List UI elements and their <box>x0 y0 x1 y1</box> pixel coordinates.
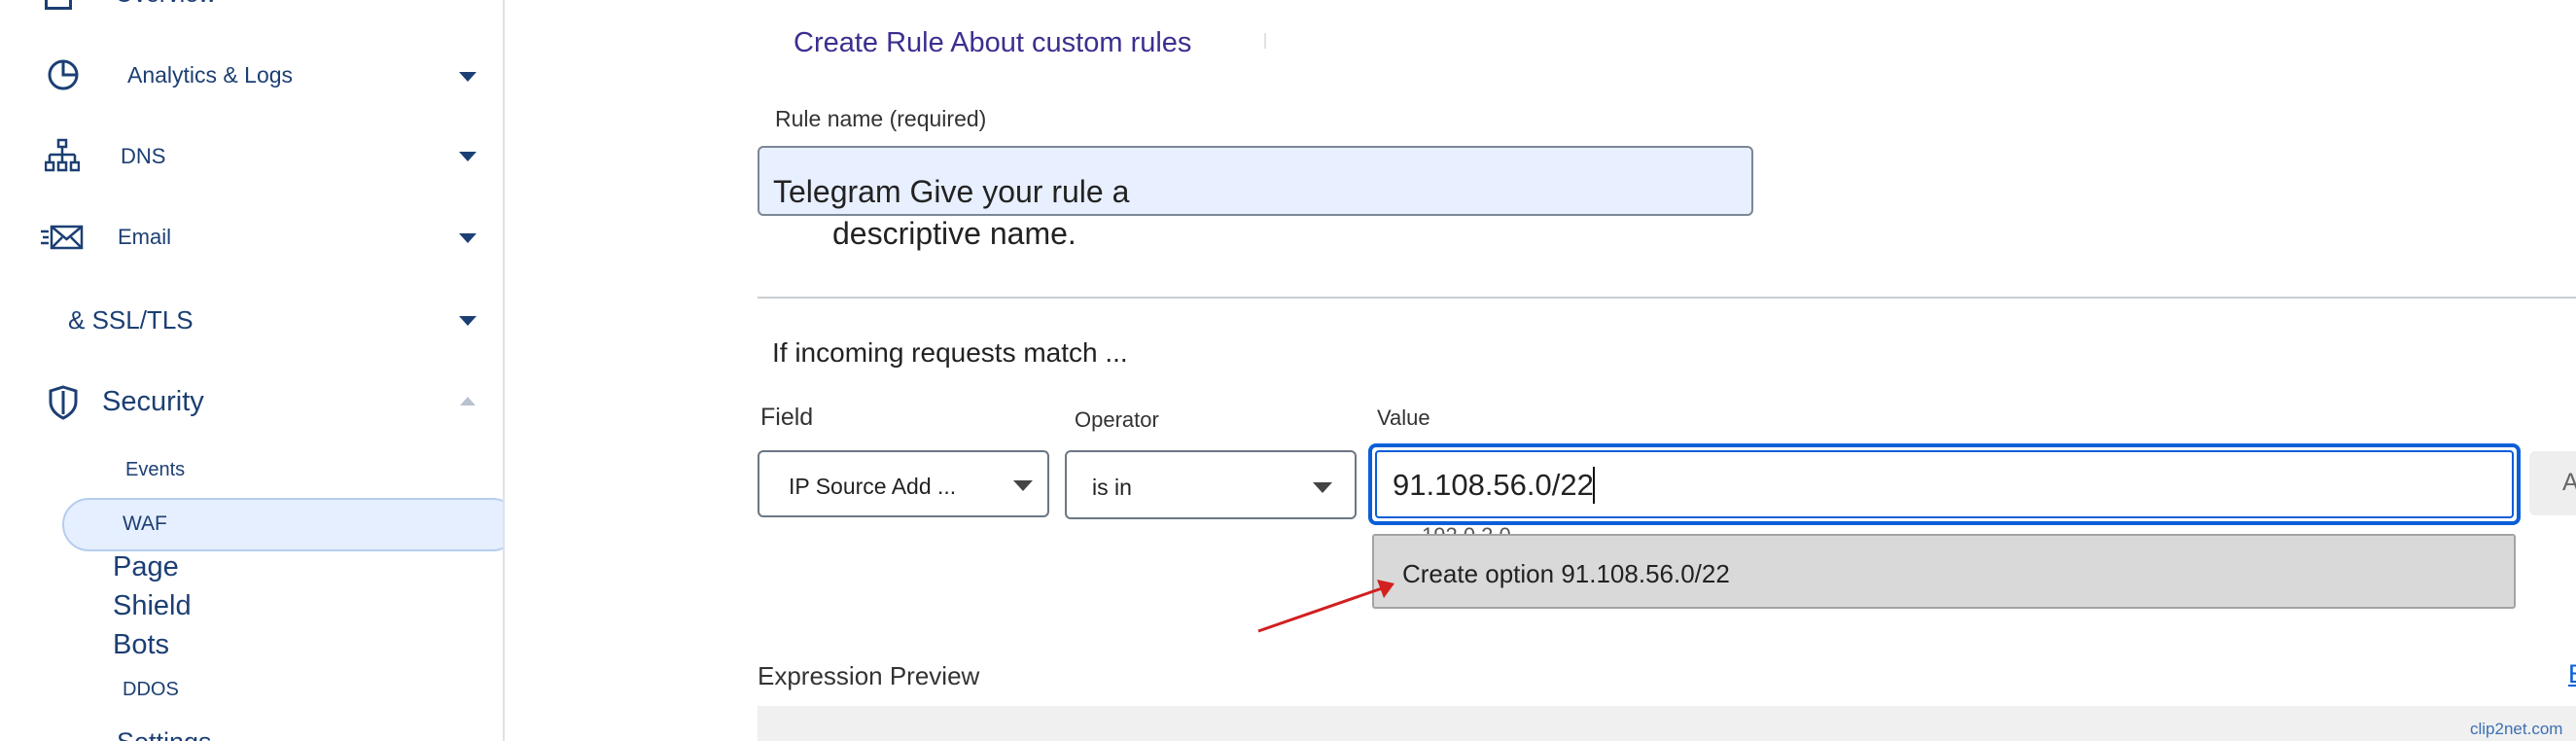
sidebar-item-security-label: Security <box>102 386 204 417</box>
title-divider-tick <box>1264 33 1266 49</box>
shield-icon <box>49 385 78 420</box>
sidebar-item-dns-label: DNS <box>121 144 166 168</box>
chevron-down-icon <box>1313 482 1332 493</box>
network-icon <box>45 138 80 172</box>
email-icon <box>41 225 84 250</box>
field-select-value: IP Source Add ... <box>789 474 957 499</box>
and-button-label: A <box>2562 469 2576 496</box>
chevron-up-icon[interactable] <box>460 397 476 406</box>
edit-expression-link[interactable]: E <box>2568 659 2576 689</box>
chevron-down-icon <box>1013 480 1033 491</box>
sidebar-item-ssl-tls[interactable]: & SSL/TLS <box>0 300 503 344</box>
sidebar-subitem-waf-label: WAF <box>123 512 167 535</box>
sidebar-item-dns[interactable]: DNS <box>0 134 503 179</box>
overview-icon <box>45 0 72 10</box>
field-select[interactable]: IP Source Add ... <box>758 450 1049 517</box>
pie-chart-icon <box>48 59 79 90</box>
section-divider <box>758 297 2576 299</box>
sidebar-subitem-settings[interactable]: Settings <box>117 727 212 741</box>
sidebar-item-email-label: Email <box>118 225 172 249</box>
operator-select[interactable]: is in <box>1065 450 1357 519</box>
rule-name-value: Telegram Give your rule a <box>773 174 1130 209</box>
value-input[interactable]: 91.108.56.0/22 <box>1368 443 2521 525</box>
rule-name-hint: descriptive name. <box>832 216 1076 251</box>
sidebar-subitem-shield[interactable]: Shield <box>113 590 192 622</box>
chevron-down-icon[interactable] <box>459 316 476 326</box>
and-button[interactable]: A <box>2529 451 2576 515</box>
sidebar: Overview Analytics & Logs DNS Email <box>0 0 505 741</box>
expression-preview-box <box>758 706 2576 741</box>
page-title: Create Rule About custom rules <box>794 27 1192 58</box>
chevron-down-icon[interactable] <box>459 72 476 82</box>
sidebar-item-ssl-tls-label: & SSL/TLS <box>68 305 194 335</box>
expression-preview-label: Expression Preview <box>758 661 980 690</box>
chevron-down-icon[interactable] <box>459 233 476 243</box>
sidebar-item-overview[interactable]: Overview <box>0 0 503 14</box>
sidebar-item-analytics[interactable]: Analytics & Logs <box>0 54 503 99</box>
value-input-text: 91.108.56.0/22 <box>1393 468 1594 502</box>
annotation-arrow <box>1257 580 1394 633</box>
sidebar-item-overview-label: Overview <box>115 0 216 9</box>
sidebar-item-analytics-label: Analytics & Logs <box>127 62 294 88</box>
sidebar-subitem-page[interactable]: Page <box>113 551 179 583</box>
sidebar-subitem-ddos[interactable]: DDOS <box>123 679 179 701</box>
field-label: Field <box>760 404 814 431</box>
watermark: clip2net.com <box>2470 720 2563 738</box>
sidebar-subitem-bots[interactable]: Bots <box>113 629 169 661</box>
match-heading: If incoming requests match ... <box>772 337 1128 368</box>
value-label: Value <box>1377 406 1430 430</box>
operator-label: Operator <box>1075 407 1159 432</box>
text-cursor <box>1593 467 1595 504</box>
create-option-item[interactable]: Create option 91.108.56.0/22 <box>1372 534 2516 609</box>
sidebar-subitem-events[interactable]: Events <box>125 459 185 481</box>
rule-name-label: Rule name (required) <box>775 106 987 131</box>
sidebar-item-security[interactable]: Security <box>0 381 503 430</box>
create-option-label: Create option 91.108.56.0/22 <box>1402 559 1730 588</box>
operator-select-value: is in <box>1092 475 1132 500</box>
chevron-down-icon[interactable] <box>459 152 476 161</box>
sidebar-item-email[interactable]: Email <box>0 216 503 261</box>
